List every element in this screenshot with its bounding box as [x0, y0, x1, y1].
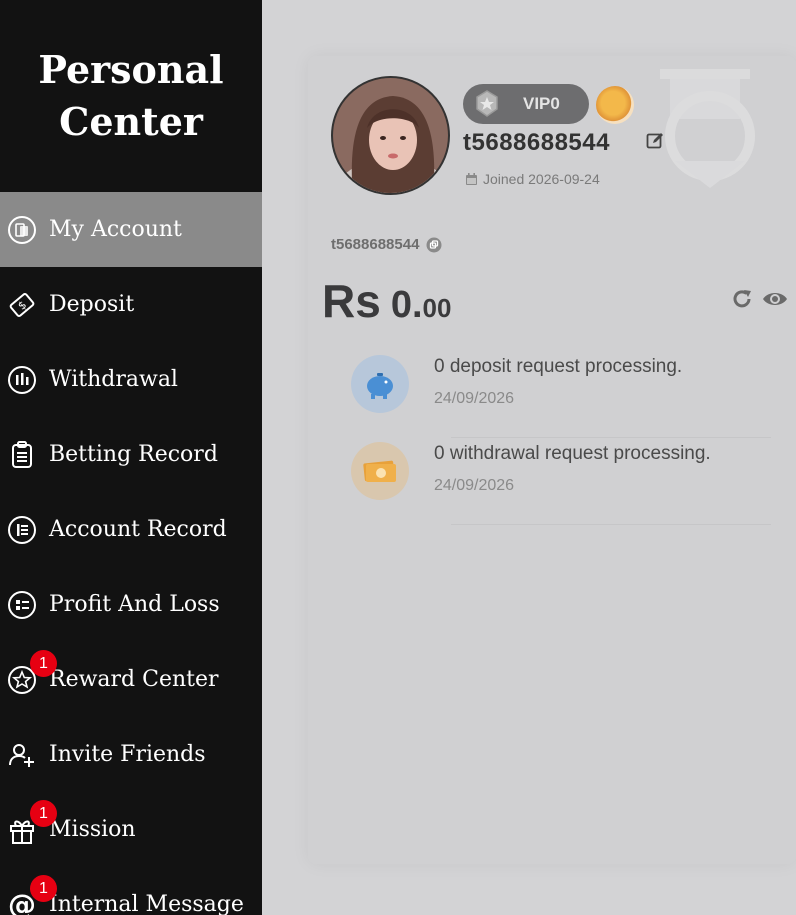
sidebar-item-label: My Account	[49, 217, 182, 242]
sidebar-item-my-account[interactable]: My Account	[0, 192, 262, 267]
joined-text: Joined 2026-09-24	[483, 171, 600, 187]
notification-badge: 1	[30, 800, 57, 827]
withdrawal-icon	[6, 364, 38, 396]
sidebar-item-profit-and-loss[interactable]: Profit And Loss	[0, 567, 262, 642]
deposit-request-date: 24/09/2026	[434, 390, 515, 407]
divider	[451, 524, 771, 525]
sidebar-item-label: Withdrawal	[49, 367, 178, 392]
sidebar-item-betting-record[interactable]: Betting Record	[0, 417, 262, 492]
joined-date: Joined 2026-09-24	[465, 171, 600, 187]
sidebar-item-label: Internal Message	[49, 892, 244, 915]
user-id-text: t5688688544	[331, 236, 420, 253]
sidebar-item-label: Account Record	[49, 517, 227, 542]
sidebar-item-label: Invite Friends	[49, 742, 206, 767]
sidebar-item-account-record[interactable]: Account Record	[0, 492, 262, 567]
refresh-icon[interactable]	[731, 288, 753, 310]
clipboard-icon	[6, 439, 38, 471]
balance-decimal: 00	[422, 293, 452, 323]
account-icon	[6, 214, 38, 246]
balance-integer: 0.	[390, 284, 423, 326]
calendar-icon	[466, 172, 477, 185]
sidebar-item-label: Betting Record	[49, 442, 218, 467]
add-user-icon	[6, 739, 38, 771]
sidebar-item-internal-message[interactable]: @ Internal Message 1	[0, 867, 262, 915]
sidebar-item-withdrawal[interactable]: Withdrawal	[0, 342, 262, 417]
sidebar-item-deposit[interactable]: $ Deposit	[0, 267, 262, 342]
vip-level-label: VIP0	[523, 94, 560, 113]
balance-amount: Rs 0. 00	[322, 274, 451, 328]
cash-icon	[351, 442, 409, 500]
currency-symbol: Rs	[322, 275, 381, 327]
deposit-icon: $	[6, 289, 38, 321]
deposit-request-text: 0 deposit request processing.	[434, 356, 683, 377]
sidebar-item-label: Reward Center	[49, 667, 219, 692]
record-icon	[6, 514, 38, 546]
piggy-bank-icon	[351, 355, 409, 413]
vip-level-badge[interactable]: VIP0	[463, 84, 589, 124]
withdrawal-request-row: 0 withdrawal request processing. 24/09/2…	[351, 442, 771, 530]
copy-icon[interactable]	[426, 237, 442, 253]
divider	[451, 437, 771, 438]
medal-icon	[476, 90, 498, 117]
sidebar: Personal Center My Account $ Deposit Wit…	[0, 0, 262, 915]
sidebar-title: Personal Center	[38, 47, 224, 144]
sidebar-item-mission[interactable]: Mission 1	[0, 792, 262, 867]
edit-icon[interactable]	[646, 132, 664, 150]
coin-reward-icon[interactable]	[596, 86, 634, 124]
sidebar-item-invite-friends[interactable]: Invite Friends	[0, 717, 262, 792]
deposit-request-row: 0 deposit request processing. 24/09/2026	[351, 355, 771, 443]
sidebar-nav: My Account $ Deposit Withdrawal Betting …	[0, 192, 262, 915]
notification-badge: 1	[30, 650, 57, 677]
list-icon	[6, 589, 38, 621]
user-id: t5688688544	[331, 236, 442, 253]
notification-badge: 1	[30, 875, 57, 902]
sidebar-item-reward-center[interactable]: Reward Center 1	[0, 642, 262, 717]
eye-icon[interactable]	[762, 288, 788, 310]
withdrawal-request-date: 24/09/2026	[434, 477, 515, 494]
username: t5688688544	[463, 129, 610, 156]
withdrawal-request-text: 0 withdrawal request processing.	[434, 443, 711, 464]
sidebar-item-label: Mission	[49, 817, 136, 842]
sidebar-item-label: Deposit	[49, 292, 135, 317]
trophy-decoration-icon	[660, 69, 755, 188]
sidebar-item-label: Profit And Loss	[49, 592, 220, 617]
avatar[interactable]	[331, 76, 450, 195]
